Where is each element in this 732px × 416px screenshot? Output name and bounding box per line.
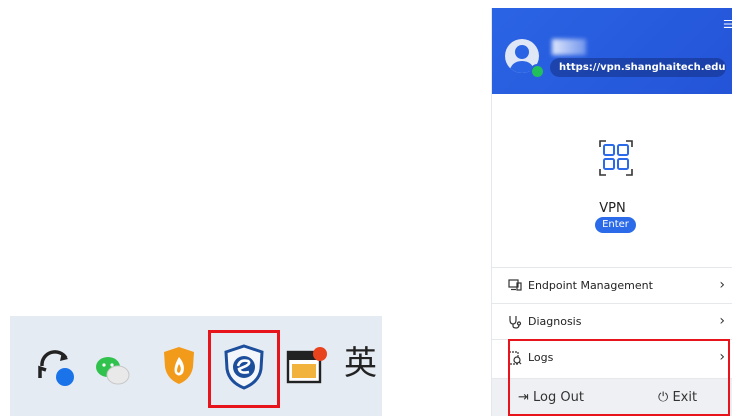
username-redacted <box>552 39 586 55</box>
panel-header: ☰ https://vpn.shanghaitech.edu... <box>492 8 732 94</box>
notepad-window-icon[interactable] <box>286 346 328 386</box>
highlight-box <box>208 330 280 408</box>
menu-item-endpoint-management[interactable]: Endpoint Management › <box>492 267 732 303</box>
wechat-icon[interactable] <box>93 354 133 388</box>
sync-icon[interactable] <box>34 346 76 388</box>
stethoscope-icon <box>508 315 522 332</box>
highlight-box <box>508 339 730 416</box>
enter-button[interactable]: Enter <box>595 217 636 233</box>
menu-item-label: Diagnosis <box>528 315 582 328</box>
chevron-right-icon: › <box>719 313 725 329</box>
vpn-apps-icon[interactable] <box>598 139 634 181</box>
menu-item-diagnosis[interactable]: Diagnosis › <box>492 303 732 339</box>
vpn-label: VPN <box>599 201 626 216</box>
online-status-dot <box>530 64 545 79</box>
server-url: https://vpn.shanghaitech.edu... <box>550 58 726 77</box>
monitor-icon <box>508 279 522 294</box>
ime-indicator[interactable]: 英 <box>344 346 377 379</box>
list-icon[interactable]: ☰ <box>723 18 732 31</box>
chevron-right-icon: › <box>719 277 725 293</box>
shield-fire-icon[interactable] <box>162 345 196 385</box>
menu-item-label: Endpoint Management <box>528 279 653 292</box>
